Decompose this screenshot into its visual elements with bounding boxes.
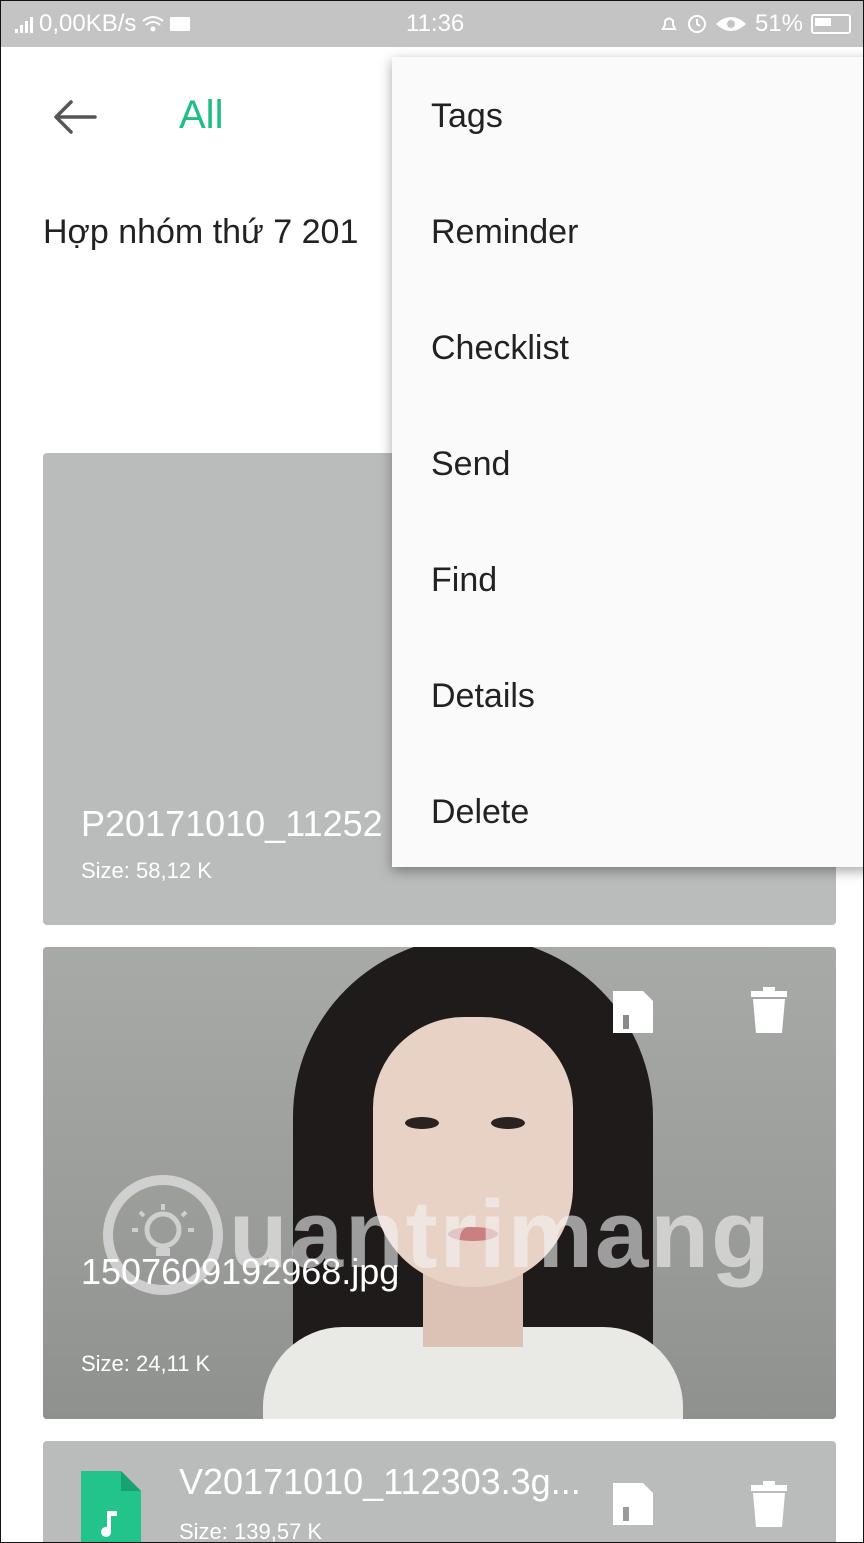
menu-item-delete[interactable]: Delete — [431, 793, 529, 832]
delete-icon[interactable] — [747, 987, 791, 1033]
save-icon[interactable] — [611, 989, 655, 1035]
attachment-size: Size: 58,12 K — [81, 858, 212, 883]
music-file-icon — [81, 1471, 141, 1542]
message-icon — [170, 17, 191, 31]
back-arrow-icon[interactable] — [51, 93, 99, 141]
attachment-size: Size: 139,57 K — [179, 1519, 323, 1543]
attachment-filename: P20171010_11252 — [81, 803, 383, 844]
network-speed: 0,00KB/s — [39, 10, 137, 37]
status-bar: 0,00KB/s 11:36 51% — [1, 1, 863, 47]
alarm-icon — [661, 17, 677, 30]
photo-eye — [491, 1117, 525, 1129]
attachment-filename: V20171010_112303.3g... — [179, 1461, 581, 1502]
menu-item-send[interactable]: Send — [431, 445, 510, 484]
attachment-filename: 1507609192968.jpg — [81, 1251, 400, 1292]
photo-eye — [405, 1117, 439, 1129]
status-right: 51% — [659, 10, 851, 38]
delete-icon[interactable] — [747, 1481, 791, 1527]
note-title[interactable]: Hợp nhóm thứ 7 201 — [43, 213, 358, 252]
attachment-size: Size: 24,11 K — [81, 1351, 211, 1376]
save-icon[interactable] — [611, 1481, 655, 1527]
menu-item-tags[interactable]: Tags — [431, 97, 503, 136]
status-time: 11:36 — [406, 10, 465, 37]
menu-item-reminder[interactable]: Reminder — [431, 213, 578, 252]
battery-icon — [811, 14, 851, 34]
clock-icon — [687, 15, 706, 33]
overflow-menu: Tags Reminder Checklist Send Find Detail… — [392, 57, 863, 867]
menu-item-details[interactable]: Details — [431, 677, 535, 716]
status-left: 0,00KB/s — [15, 10, 191, 38]
menu-item-checklist[interactable]: Checklist — [431, 329, 569, 368]
app-screen: 0,00KB/s 11:36 51% All Hợp nhóm thứ 7 20… — [0, 0, 864, 1543]
wifi-icon — [142, 16, 165, 32]
attachment-card[interactable]: V20171010_112303.3g... Size: 139,57 K — [43, 1441, 836, 1543]
attachment-card[interactable]: uantrimang 1507609192968.jpg Size: 24,11… — [43, 947, 836, 1419]
battery-percent: 51% — [754, 10, 803, 37]
menu-item-find[interactable]: Find — [431, 561, 497, 600]
page-title: All — [179, 93, 224, 137]
eye-icon — [715, 17, 746, 31]
signal-icon — [15, 15, 33, 33]
